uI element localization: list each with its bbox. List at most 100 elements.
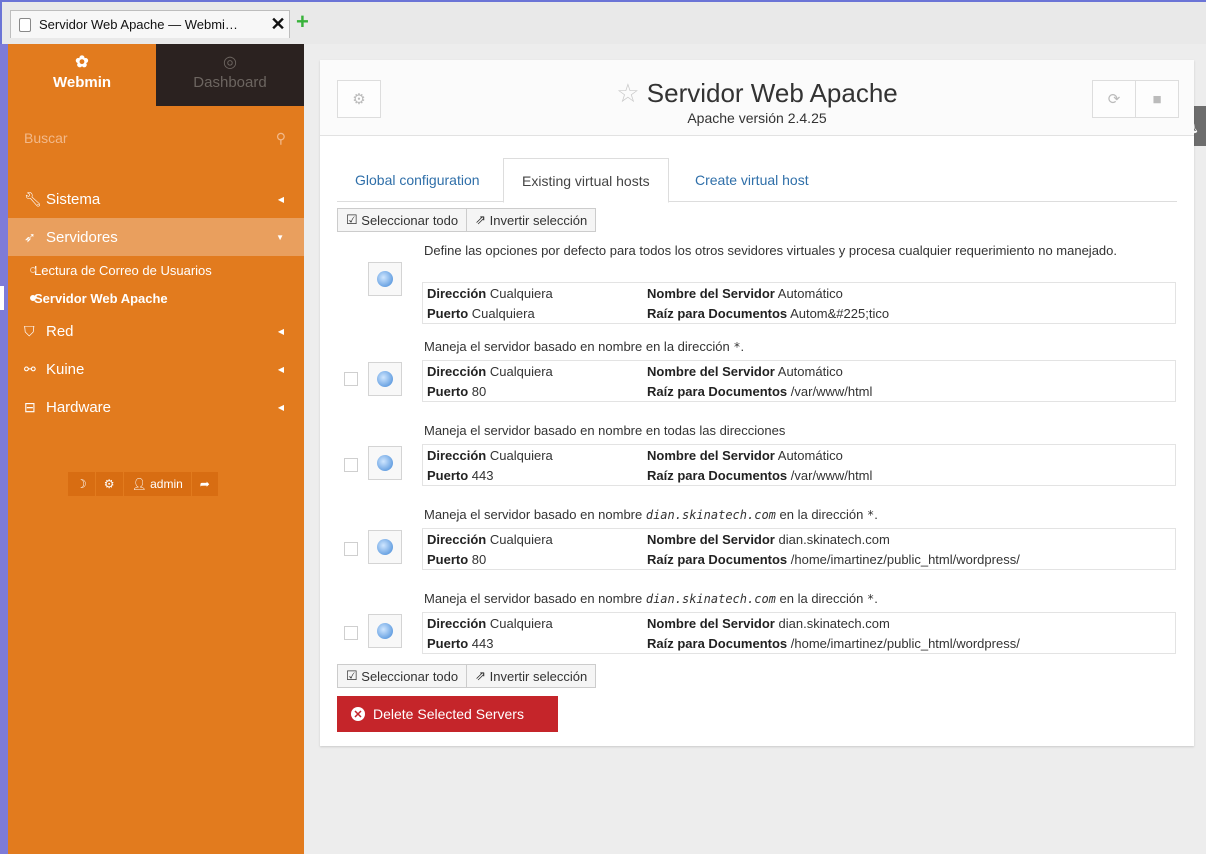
vhost-icon-button[interactable]: [368, 530, 402, 564]
port-value: 80: [471, 551, 487, 567]
caret-left-icon: ◀: [277, 326, 284, 336]
page-title: ☆ Servidor Web Apache: [320, 78, 1194, 109]
port-label: Puerto: [427, 635, 469, 651]
port-label: Puerto: [427, 467, 469, 483]
port-value: Cualquiera: [471, 305, 535, 321]
new-tab-icon[interactable]: +: [296, 11, 309, 33]
user-button[interactable]: 👤︎ admin: [123, 472, 191, 496]
sidebar-item-label: Hardware: [46, 398, 112, 416]
sidebar-item-hardware[interactable]: ⊟ Hardware ◀: [8, 388, 304, 426]
logout-button[interactable]: ➦: [191, 472, 218, 496]
port-label: Puerto: [427, 383, 469, 399]
server-name-value: Automático: [777, 447, 843, 463]
sidebar-item-label: Sistema: [46, 190, 101, 208]
vhost-checkbox[interactable]: [344, 626, 358, 640]
settings-button[interactable]: ⚙: [95, 472, 123, 496]
globe-icon: [377, 623, 393, 639]
address-value: Cualquiera: [489, 363, 553, 379]
link-icon: ⚯: [24, 360, 36, 377]
port-value: 80: [471, 383, 487, 399]
tab-bar: Global configuration Existing virtual ho…: [337, 158, 1177, 203]
port-value: 443: [471, 635, 494, 651]
search-icon: ⚲: [275, 130, 286, 146]
address-label: Dirección: [427, 285, 487, 301]
invert-selection-button[interactable]: ⇗ Invertir selección: [467, 208, 597, 232]
address-label: Dirección: [427, 363, 487, 379]
vhost-icon-button[interactable]: [368, 362, 402, 396]
selection-bar-top: ☑ Seleccionar todo ⇗ Invertir selección: [337, 208, 597, 232]
rocket-icon: ➶: [24, 228, 36, 245]
select-all-label: Seleccionar todo: [361, 668, 459, 684]
stop-button[interactable]: ■: [1135, 80, 1179, 118]
dashboard-tab[interactable]: ◎ Dashboard: [156, 44, 304, 106]
sidebar-item-red[interactable]: ⛉ Red ◀: [8, 312, 304, 350]
server-name-label: Nombre del Servidor: [647, 285, 775, 301]
vhost-details: Dirección Cualquiera Nombre del Servidor …: [422, 282, 1176, 324]
vhost-description: Define las opciones por defecto para tod…: [424, 243, 1117, 258]
tab-global-configuration[interactable]: Global configuration: [337, 158, 498, 202]
vhost-checkbox[interactable]: [344, 372, 358, 386]
select-all-button[interactable]: ☑ Seleccionar todo: [337, 664, 468, 688]
vhost-icon-button[interactable]: [368, 614, 402, 648]
sidebar-subitem-label: Lectura de Correo de Usuarios: [34, 262, 212, 278]
main-panel: ⚙ ☆ Servidor Web Apache Apache versión 2…: [320, 60, 1194, 746]
check-square-icon: ☑: [346, 668, 358, 683]
check-square-icon: ☑: [346, 212, 358, 227]
sidebar-toolbar: ☽ ⚙ 👤︎ admin ➦: [68, 472, 219, 496]
doc-root-label: Raíz para Documentos: [647, 551, 788, 567]
sidebar-item-servidores[interactable]: ➶ Servidores ▼: [8, 218, 304, 256]
doc-root-value: /var/www/html: [790, 383, 873, 399]
doc-root-value: /home/imartinez/public_html/wordpress/: [790, 635, 1020, 651]
sidebar: ✿ Webmin ◎ Dashboard Buscar ⚲ 🔧︎ Sistema…: [0, 44, 304, 854]
globe-icon: [377, 455, 393, 471]
vhost-details: Dirección Cualquiera Nombre del Servidor …: [422, 360, 1176, 402]
sidebar-search[interactable]: Buscar ⚲: [8, 106, 304, 166]
night-mode-button[interactable]: ☽: [68, 472, 95, 496]
sidebar-subitem-apache[interactable]: Servidor Web Apache: [0, 284, 304, 312]
address-value: Cualquiera: [489, 615, 553, 631]
vhost-icon-button[interactable]: [368, 262, 402, 296]
delete-selected-button[interactable]: ✕ Delete Selected Servers: [337, 696, 558, 732]
webmin-tab[interactable]: ✿ Webmin: [8, 44, 156, 106]
wrench-icon: 🔧︎: [24, 190, 42, 207]
dashboard-label: Dashboard: [193, 74, 267, 91]
select-all-label: Seleccionar todo: [361, 212, 459, 228]
star-icon[interactable]: ☆: [616, 78, 639, 108]
page-icon: [19, 17, 31, 32]
address-label: Dirección: [427, 531, 487, 547]
doc-root-label: Raíz para Documentos: [647, 383, 788, 399]
invert-selection-button[interactable]: ⇗ Invertir selección: [467, 664, 597, 688]
vhost-icon-button[interactable]: [368, 446, 402, 480]
close-tab-icon[interactable]: ✕: [267, 14, 289, 35]
doc-root-label: Raíz para Documentos: [647, 635, 788, 651]
browser-tab[interactable]: Servidor Web Apache — Webmi… ✕: [10, 10, 290, 38]
delete-label: Delete Selected Servers: [373, 706, 524, 722]
external-link-icon: ⇗: [475, 668, 487, 683]
webmin-label: Webmin: [52, 74, 112, 91]
address-value: Cualquiera: [489, 531, 553, 547]
vhost-checkbox[interactable]: [344, 542, 358, 556]
sidebar-subitem-label: Servidor Web Apache: [34, 290, 168, 306]
tab-existing-virtual-hosts[interactable]: Existing virtual hosts: [503, 158, 669, 203]
sidebar-item-sistema[interactable]: 🔧︎ Sistema ◀: [8, 180, 304, 218]
address-value: Cualquiera: [489, 447, 553, 463]
selection-bar-bottom: ☑ Seleccionar todo ⇗ Invertir selección: [337, 664, 597, 688]
sidebar-subitem-lectura-correo[interactable]: Lectura de Correo de Usuarios: [8, 256, 304, 284]
sidebar-item-label: Kuine: [46, 360, 85, 378]
vhost-checkbox[interactable]: [344, 458, 358, 472]
user-icon: 👤︎: [131, 477, 147, 491]
refresh-button[interactable]: ⟳: [1092, 80, 1136, 118]
search-input[interactable]: Buscar: [24, 130, 68, 166]
stop-icon: ■: [1152, 90, 1162, 108]
page-title-text: Servidor Web Apache: [646, 78, 898, 108]
doc-root-value: Autom&#225;tico: [790, 305, 890, 321]
select-all-button[interactable]: ☑ Seleccionar todo: [337, 208, 468, 232]
vhost-description: Maneja el servidor basado en nombre en l…: [424, 339, 745, 354]
globe-icon: [377, 271, 393, 287]
globe-icon: [377, 539, 393, 555]
vhost-details: Dirección Cualquiera Nombre del Servidor …: [422, 612, 1176, 654]
bullet-icon: [30, 295, 36, 301]
page-subtitle: Apache versión 2.4.25: [687, 110, 827, 126]
sidebar-item-kuine[interactable]: ⚯ Kuine ◀: [8, 350, 304, 388]
tab-create-virtual-host[interactable]: Create virtual host: [677, 158, 827, 202]
